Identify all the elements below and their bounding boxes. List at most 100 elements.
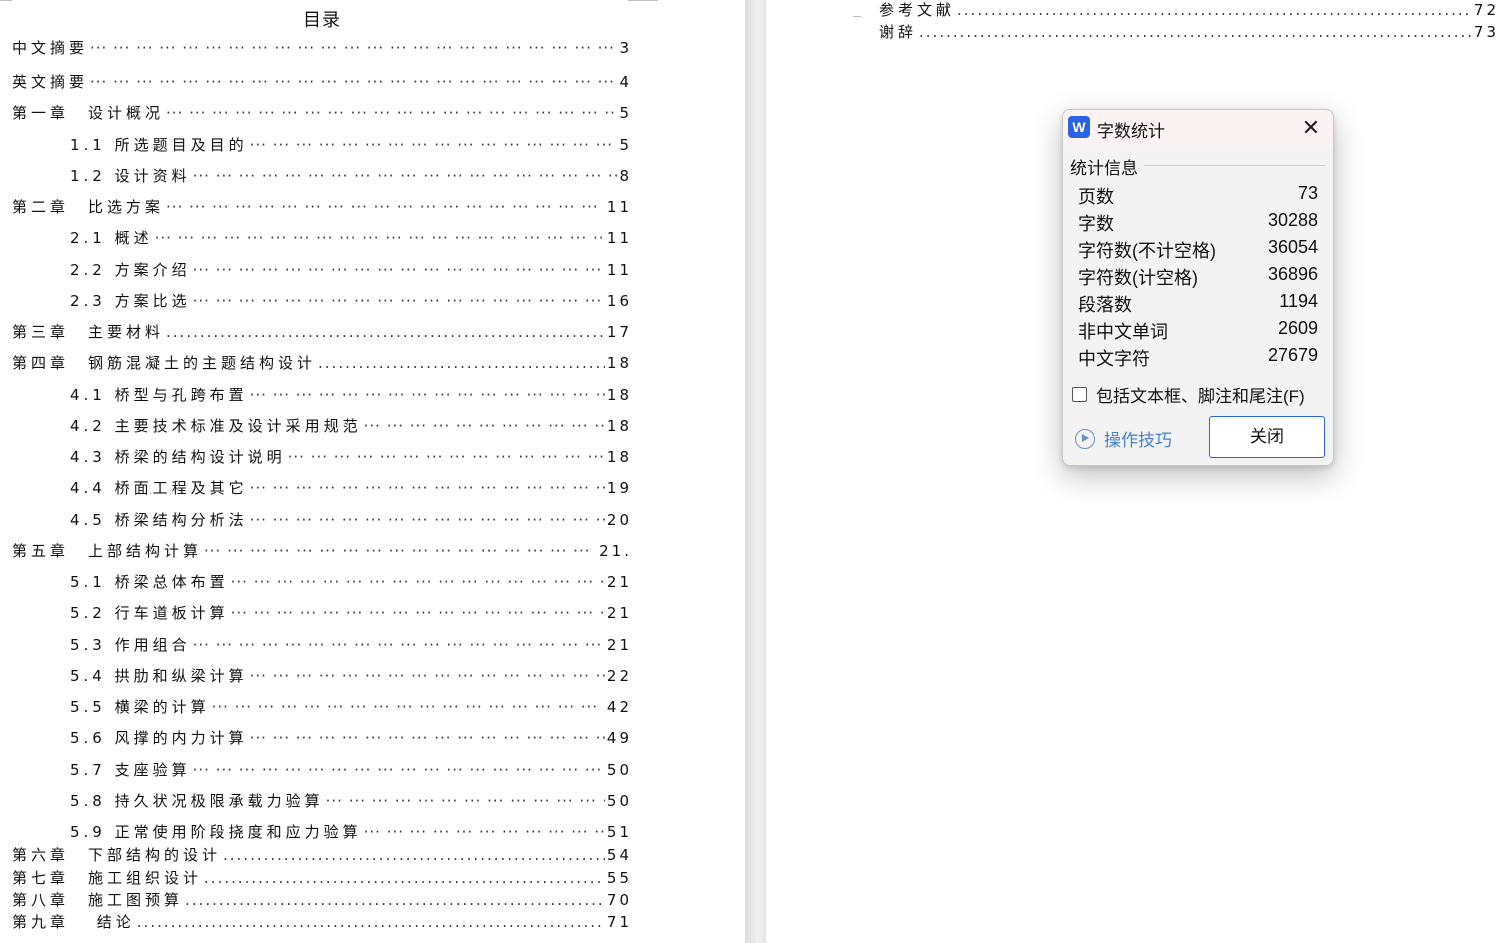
toc-entry-page: 19 xyxy=(606,479,632,497)
toc-entry-label: 2.2 方案介绍 xyxy=(70,261,191,279)
toc-entry[interactable]: 第二章 比选方案 11 xyxy=(12,197,632,217)
toc-leader xyxy=(193,166,618,186)
dialog-titlebar[interactable]: W 字数统计 ✕ xyxy=(1063,110,1333,146)
toc-entry-label: 5.2 行车道板计算 xyxy=(70,604,229,622)
toc-entry[interactable]: 2.2 方案介绍 11 xyxy=(70,260,632,280)
toc-entry[interactable]: 5.5 横梁的计算 42 xyxy=(70,697,632,717)
toc-entry[interactable]: 5.8 持久状况极限承载力验算 50 xyxy=(70,791,632,811)
stat-value: 73 xyxy=(1297,183,1318,203)
toc-entry[interactable]: 第三章 主要材料 17 xyxy=(12,322,632,342)
toc-entry-label: 第七章 施工组织设计 xyxy=(12,869,203,887)
toc-entry-label: 第五章 上部结构计算 xyxy=(12,542,203,560)
toc-entry[interactable]: 第七章 施工组织设计 55 xyxy=(12,868,632,888)
page-corner-mark xyxy=(628,0,658,1)
toc-entry-label: 参考文献 xyxy=(879,1,956,19)
toc-entry-page: 17 xyxy=(606,323,632,341)
toc-entry[interactable]: 第九章 结论 71 xyxy=(12,912,632,932)
toc-entry[interactable]: 5.6 风撑的内力计算 49 xyxy=(70,728,632,748)
close-icon[interactable]: ✕ xyxy=(1299,116,1323,140)
toc-leader xyxy=(364,822,605,842)
toc-entry[interactable]: 谢辞 73 xyxy=(879,22,1499,42)
tips-label: 操作技巧 xyxy=(1104,431,1172,450)
include-textbox-footnotes-checkbox[interactable] xyxy=(1072,387,1087,402)
toc-entry[interactable]: 第六章 下部结构的设计 54 xyxy=(12,845,632,865)
toc-entry-label: 中文摘要 xyxy=(12,39,89,57)
toc-entry[interactable]: 英文摘要 4 xyxy=(12,72,632,92)
stat-row-chars-with-spaces: 字符数(计空格) 36896 xyxy=(1078,264,1318,291)
toc-entry-page: 5 xyxy=(619,104,632,122)
word-count-dialog: W 字数统计 ✕ 统计信息 页数 73 字数 30288 字符数(不计空格) 3605… xyxy=(1062,109,1334,466)
toc-entry[interactable]: 第四章 钢筋混凝土的主题结构设计 18 xyxy=(12,353,632,373)
close-button[interactable]: 关闭 xyxy=(1209,416,1325,458)
stat-value: 27679 xyxy=(1267,345,1318,365)
toc-entry[interactable]: 4.3 桥梁的结构设计说明 18 xyxy=(70,447,632,467)
toc-entry[interactable]: 2.3 方案比选 16 xyxy=(70,291,632,311)
toc-entry-label: 5.9 正常使用阶段挠度和应力验算 xyxy=(70,823,362,841)
toc-entry-page: 21 xyxy=(606,573,632,591)
toc-entry-label: 4.1 桥型与孔跨布置 xyxy=(70,386,248,404)
toc-entry[interactable]: 5.9 正常使用阶段挠度和应力验算 51 xyxy=(70,822,632,842)
toc-entry[interactable]: 中文摘要 3 xyxy=(12,38,632,58)
toc-leader xyxy=(193,291,605,311)
toc-entry[interactable]: 1.1 所选题目及目的 5 xyxy=(70,135,632,155)
toc-leader xyxy=(919,22,1472,42)
toc-entry[interactable]: 1.2 设计资料 8 xyxy=(70,166,632,186)
include-textbox-footnotes-option[interactable]: 包括文本框、脚注和尾注(F) xyxy=(1072,382,1305,407)
toc-entry[interactable]: 4.5 桥梁结构分析法 20 xyxy=(70,510,632,530)
stat-row-chars-no-spaces: 字符数(不计空格) 36054 xyxy=(1078,237,1318,264)
toc-entry[interactable]: 4.1 桥型与孔跨布置 18 xyxy=(70,385,632,405)
toc-entry[interactable]: 4.2 主要技术标准及设计采用规范 18 xyxy=(70,416,632,436)
toc-entry[interactable]: 2.1 概述 11 xyxy=(70,228,632,248)
toc-entry[interactable]: 5.7 支座验算 50 xyxy=(70,760,632,780)
toc-entry[interactable]: 5.4 拱肋和纵梁计算 22 xyxy=(70,666,632,686)
toc-entry-page: 11 xyxy=(606,229,632,247)
stat-value: 36896 xyxy=(1267,264,1318,284)
toc-entry[interactable]: 参考文献 72 xyxy=(879,0,1499,20)
toc-entry-page: 21. xyxy=(599,542,632,560)
toc-entry-page: 50 xyxy=(606,792,632,810)
toc-title: 目录 xyxy=(303,10,341,31)
toc-entry-page: 21 xyxy=(606,636,632,654)
toc-entry-label: 5.7 支座验算 xyxy=(70,761,191,779)
toc-entry-label: 5.8 持久状况极限承载力验算 xyxy=(70,792,324,810)
toc-entry[interactable]: 5.2 行车道板计算 21 xyxy=(70,603,632,623)
stat-label: 非中文单词 xyxy=(1078,322,1168,342)
stat-label: 字符数(不计空格) xyxy=(1078,241,1216,261)
toc-entry[interactable]: 第五章 上部结构计算 21. xyxy=(12,541,632,561)
toc-entry-label: 5.5 横梁的计算 xyxy=(70,698,210,716)
wps-app-icon: W xyxy=(1068,116,1090,138)
toc-entry[interactable]: 第八章 施工图预算 70 xyxy=(12,890,632,910)
toc-entry-page: 49 xyxy=(606,729,632,747)
toc-entry-page: 11 xyxy=(606,198,632,216)
stat-label: 中文字符 xyxy=(1078,349,1150,369)
toc-entry-label: 5.6 风撑的内力计算 xyxy=(70,729,248,747)
toc-entry-page: 71 xyxy=(606,913,632,931)
toc-entry-label: 1.2 设计资料 xyxy=(70,167,191,185)
toc-leader xyxy=(250,510,605,530)
toc-entry-page: 70 xyxy=(606,891,632,909)
tips-link[interactable]: 操作技巧 xyxy=(1075,426,1172,451)
toc-leader xyxy=(90,38,617,58)
toc-leader xyxy=(957,0,1472,20)
toc-entry[interactable]: 4.4 桥面工程及其它 19 xyxy=(70,478,632,498)
toc-entry-page: 8 xyxy=(619,167,632,185)
toc-leader xyxy=(185,890,605,910)
toc-entry[interactable]: 第一章 设计概况 5 xyxy=(12,103,632,123)
checkbox-label: 包括文本框、脚注和尾注(F) xyxy=(1096,387,1305,406)
toc-entry-label: 4.4 桥面工程及其它 xyxy=(70,479,248,497)
toc-entry-label: 第八章 施工图预算 xyxy=(12,891,184,909)
toc-leader xyxy=(204,868,605,888)
toc-leader xyxy=(288,447,605,467)
toc-entry-page: 42 xyxy=(606,698,632,716)
toc-leader xyxy=(326,791,605,811)
toc-entry-page: 18 xyxy=(606,354,632,372)
toc-entry-label: 4.3 桥梁的结构设计说明 xyxy=(70,448,286,466)
toc-entry[interactable]: 5.1 桥梁总体布置 21 xyxy=(70,572,632,592)
toc-leader xyxy=(318,353,605,373)
toc-leader xyxy=(193,635,605,655)
toc-entry[interactable]: 5.3 作用组合 21 xyxy=(70,635,632,655)
stats-group-title: 统计信息 xyxy=(1070,159,1138,178)
page-corner-mark xyxy=(853,16,861,17)
stat-label: 段落数 xyxy=(1078,295,1132,315)
toc-entry-label: 2.3 方案比选 xyxy=(70,292,191,310)
